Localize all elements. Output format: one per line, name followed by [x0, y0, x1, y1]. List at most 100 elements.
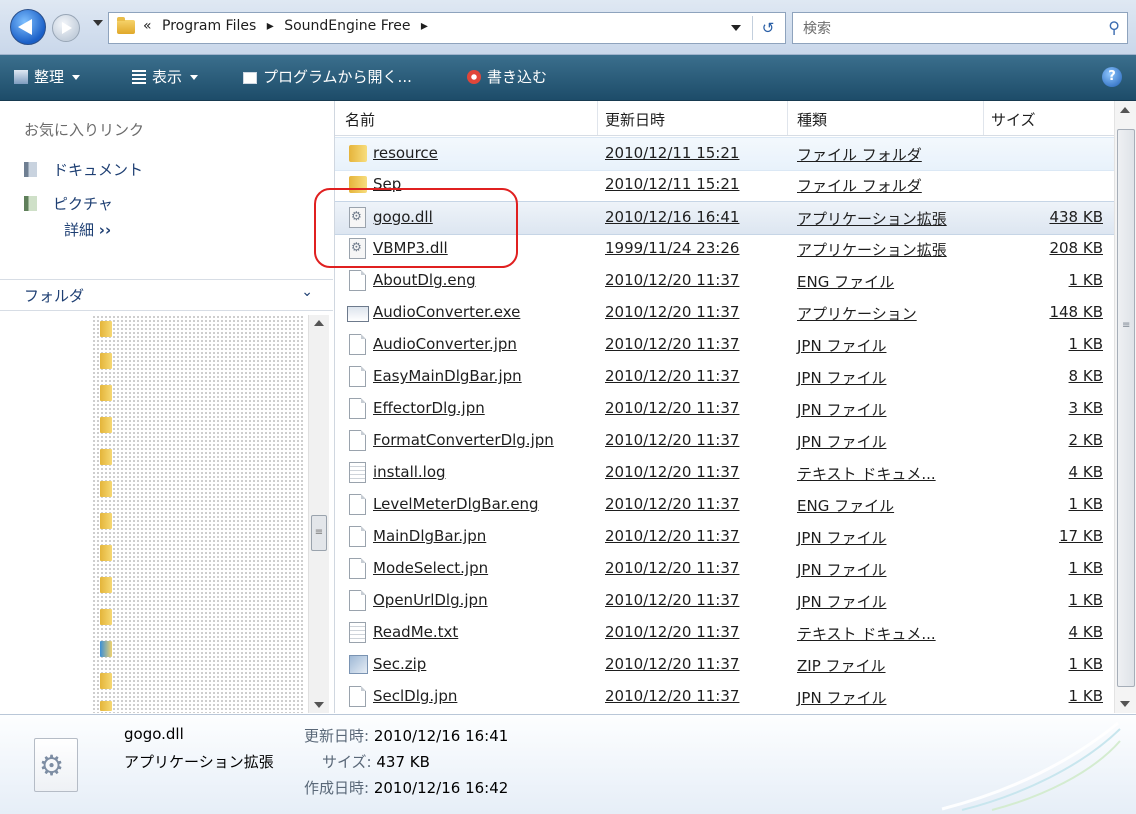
modified-cell[interactable]: 2010/12/11 15:21 — [605, 175, 739, 193]
table-row[interactable]: EffectorDlg.jpn 2010/12/20 11:37 JPN ファイル 3… — [335, 393, 1115, 425]
refresh-icon[interactable]: ↺ — [752, 16, 783, 40]
table-row[interactable]: AudioConverter.exe 2010/12/20 11:37 アプリケーシ… — [335, 297, 1115, 329]
file-name-cell[interactable]: resource — [373, 144, 438, 162]
folder-tree[interactable] — [92, 315, 304, 713]
size-cell[interactable]: 4 KB — [1069, 623, 1103, 641]
scrollbar-thumb[interactable]: ≡ — [311, 515, 327, 551]
file-name-cell[interactable]: AudioConverter.exe — [373, 303, 520, 321]
type-cell[interactable]: JPN ファイル — [797, 687, 886, 708]
address-dropdown-icon[interactable] — [731, 25, 741, 31]
tree-folder-icon[interactable] — [100, 353, 112, 369]
folders-header[interactable]: フォルダ ⌄ — [0, 279, 333, 311]
type-cell[interactable]: JPN ファイル — [797, 335, 886, 356]
modified-cell[interactable]: 2010/12/20 11:37 — [605, 431, 739, 449]
size-cell[interactable]: 148 KB — [1049, 303, 1103, 321]
type-cell[interactable]: ファイル フォルダ — [797, 144, 922, 165]
modified-cell[interactable]: 2010/12/20 11:37 — [605, 271, 739, 289]
column-header-size[interactable]: サイズ — [991, 109, 1036, 130]
modified-cell[interactable]: 1999/11/24 23:26 — [605, 239, 739, 257]
modified-cell[interactable]: 2010/12/20 11:37 — [605, 367, 739, 385]
modified-cell[interactable]: 2010/12/20 11:37 — [605, 591, 739, 609]
type-cell[interactable]: JPN ファイル — [797, 431, 886, 452]
size-cell[interactable]: 17 KB — [1059, 527, 1103, 545]
size-cell[interactable]: 1 KB — [1069, 495, 1103, 513]
type-cell[interactable]: JPN ファイル — [797, 367, 886, 388]
history-dropdown-icon[interactable] — [93, 20, 103, 26]
type-cell[interactable]: JPN ファイル — [797, 527, 886, 548]
burn-button[interactable]: 書き込む — [467, 66, 547, 87]
breadcrumb-soundengine-free[interactable]: SoundEngine Free — [284, 18, 410, 34]
breadcrumb-overflow[interactable]: « — [143, 18, 152, 34]
modified-cell[interactable]: 2010/12/20 11:37 — [605, 623, 739, 641]
table-row[interactable]: resource 2010/12/11 15:21 ファイル フォルダ — [335, 137, 1115, 171]
file-name-cell[interactable]: AudioConverter.jpn — [373, 335, 517, 353]
tree-folder-icon[interactable] — [100, 577, 112, 593]
type-cell[interactable]: アプリケーション拡張 — [797, 239, 947, 260]
modified-cell[interactable]: 2010/12/20 11:37 — [605, 527, 739, 545]
open-with-button[interactable]: プログラムから開く... — [243, 66, 412, 87]
forward-button[interactable] — [52, 14, 80, 42]
scroll-down-icon[interactable] — [1120, 701, 1130, 707]
size-cell[interactable]: 1 KB — [1069, 655, 1103, 673]
tree-folder-icon[interactable] — [100, 641, 112, 657]
tree-folder-icon[interactable] — [100, 673, 112, 689]
file-name-cell[interactable]: AboutDlg.eng — [373, 271, 476, 289]
type-cell[interactable]: テキスト ドキュメ... — [797, 623, 936, 644]
back-button[interactable] — [10, 9, 46, 45]
folder-tree-scrollbar[interactable]: ≡ — [308, 315, 329, 713]
tree-folder-icon[interactable] — [100, 609, 112, 625]
scroll-down-icon[interactable] — [314, 702, 324, 708]
table-row[interactable]: SeclDlg.jpn 2010/12/20 11:37 JPN ファイル 1 KB — [335, 681, 1115, 713]
file-list-scrollbar[interactable]: ≡ — [1114, 101, 1136, 713]
type-cell[interactable]: ENG ファイル — [797, 495, 894, 516]
search-input[interactable]: 検索 ⚲ — [792, 12, 1128, 44]
size-cell[interactable]: 2 KB — [1069, 431, 1103, 449]
column-divider[interactable] — [597, 101, 598, 135]
tree-folder-icon[interactable] — [100, 417, 112, 433]
table-row[interactable]: AboutDlg.eng 2010/12/20 11:37 ENG ファイル 1 KB — [335, 265, 1115, 297]
column-header-modified[interactable]: 更新日時 — [605, 109, 665, 130]
table-row[interactable]: Sec.zip 2010/12/20 11:37 ZIP ファイル 1 KB — [335, 649, 1115, 681]
organize-button[interactable]: 整理 — [14, 66, 81, 87]
table-row[interactable]: ModeSelect.jpn 2010/12/20 11:37 JPN ファイル 1 … — [335, 553, 1115, 585]
column-header-type[interactable]: 種類 — [797, 109, 827, 130]
file-name-cell[interactable]: EasyMainDlgBar.jpn — [373, 367, 522, 385]
type-cell[interactable]: JPN ファイル — [797, 559, 886, 580]
modified-cell[interactable]: 2010/12/20 11:37 — [605, 687, 739, 705]
type-cell[interactable]: JPN ファイル — [797, 399, 886, 420]
size-cell[interactable]: 1 KB — [1069, 591, 1103, 609]
more-links-button[interactable]: 詳細 ›› — [64, 219, 111, 240]
table-row[interactable]: OpenUrlDlg.jpn 2010/12/20 11:37 JPN ファイル 1 … — [335, 585, 1115, 617]
column-divider[interactable] — [787, 101, 788, 135]
modified-cell[interactable]: 2010/12/20 11:37 — [605, 335, 739, 353]
size-cell[interactable]: 1 KB — [1069, 335, 1103, 353]
modified-cell[interactable]: 2010/12/11 15:21 — [605, 144, 739, 162]
address-field[interactable]: « Program Files ▸ SoundEngine Free ▸ ↺ — [108, 12, 786, 44]
file-name-cell[interactable]: install.log — [373, 463, 446, 481]
file-name-cell[interactable]: MainDlgBar.jpn — [373, 527, 486, 545]
breadcrumb-separator[interactable]: ▸ — [267, 18, 274, 34]
tree-folder-icon[interactable] — [100, 385, 112, 401]
tree-folder-icon[interactable] — [100, 513, 112, 529]
breadcrumb-separator[interactable]: ▸ — [421, 18, 428, 34]
type-cell[interactable]: テキスト ドキュメ... — [797, 463, 936, 484]
modified-cell[interactable]: 2010/12/20 11:37 — [605, 559, 739, 577]
breadcrumb-program-files[interactable]: Program Files — [162, 18, 256, 34]
file-name-cell[interactable]: SeclDlg.jpn — [373, 687, 457, 705]
table-row[interactable]: install.log 2010/12/20 11:37 テキスト ドキュメ... 4… — [335, 457, 1115, 489]
modified-cell[interactable]: 2010/12/20 11:37 — [605, 655, 739, 673]
help-icon[interactable]: ? — [1102, 67, 1122, 87]
file-name-cell[interactable]: Sec.zip — [373, 655, 426, 673]
size-cell[interactable]: 1 KB — [1069, 687, 1103, 705]
size-cell[interactable]: 208 KB — [1049, 239, 1103, 257]
size-cell[interactable]: 1 KB — [1069, 271, 1103, 289]
table-row[interactable]: LevelMeterDlgBar.eng 2010/12/20 11:37 ENG … — [335, 489, 1115, 521]
favorite-link-documents[interactable]: ドキュメント — [24, 159, 143, 180]
type-cell[interactable]: ZIP ファイル — [797, 655, 886, 676]
column-header-name[interactable]: 名前 — [345, 109, 375, 130]
type-cell[interactable]: アプリケーション — [797, 303, 917, 324]
modified-cell[interactable]: 2010/12/20 11:37 — [605, 463, 739, 481]
table-row[interactable]: MainDlgBar.jpn 2010/12/20 11:37 JPN ファイル 17… — [335, 521, 1115, 553]
tree-folder-icon[interactable] — [100, 481, 112, 497]
file-name-cell[interactable]: EffectorDlg.jpn — [373, 399, 485, 417]
